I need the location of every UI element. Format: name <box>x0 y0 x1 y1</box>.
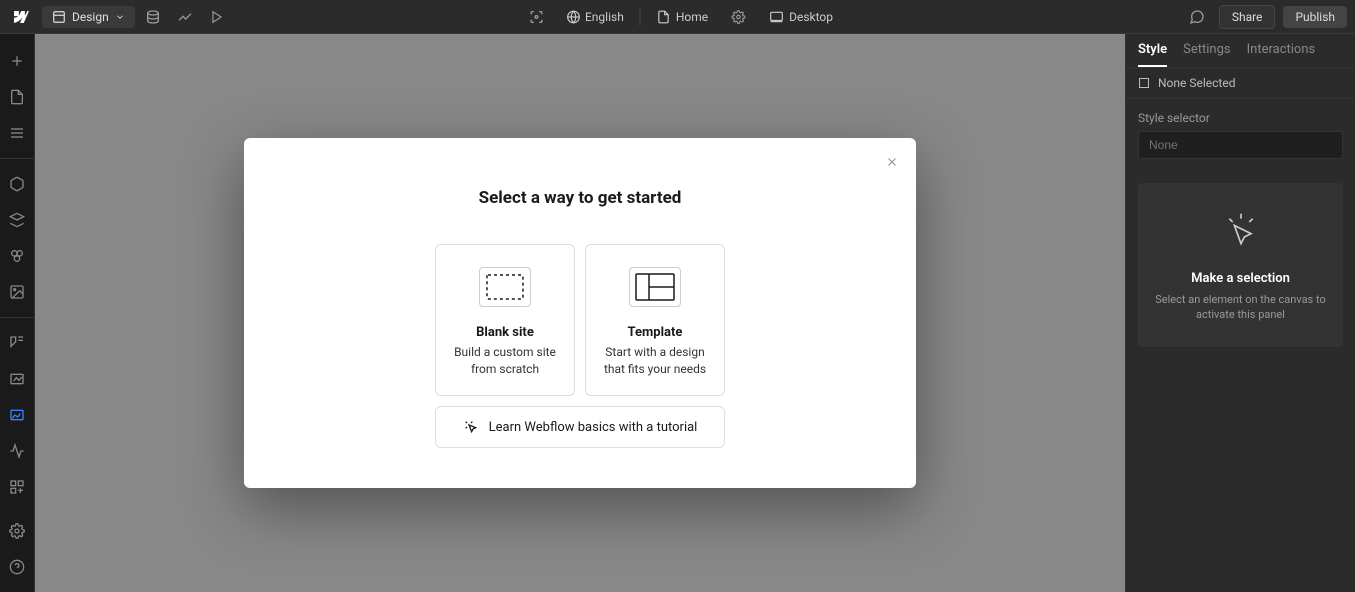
webflow-logo[interactable] <box>8 5 32 29</box>
variables-icon[interactable] <box>0 203 35 237</box>
option-row: Blank site Build a custom site from scra… <box>284 244 876 397</box>
style-manager-icon[interactable] <box>0 239 35 273</box>
components-icon[interactable] <box>0 167 35 201</box>
empty-state: Make a selection Select an element on th… <box>1138 183 1343 347</box>
layout-icon <box>52 10 66 24</box>
selection-row: None Selected <box>1126 67 1355 99</box>
selector-label: Style selector <box>1138 111 1343 125</box>
cursor-icon <box>1216 207 1266 257</box>
language-selector[interactable]: English <box>566 10 624 24</box>
pages-icon[interactable] <box>0 80 35 114</box>
publish-button[interactable]: Publish <box>1283 6 1347 28</box>
topbar-left: Design <box>8 3 231 31</box>
separator <box>0 317 34 318</box>
design-mode-label: Design <box>72 10 109 24</box>
ecommerce-icon[interactable] <box>0 362 35 396</box>
share-button[interactable]: Share <box>1219 5 1276 29</box>
separator <box>0 158 34 159</box>
help-icon[interactable] <box>0 550 35 584</box>
tutorial-label: Learn Webflow basics with a tutorial <box>489 420 698 435</box>
page-settings-icon[interactable] <box>724 3 752 31</box>
desktop-icon <box>768 10 784 24</box>
template-card[interactable]: Template Start with a design that fits y… <box>585 244 725 397</box>
template-icon <box>629 267 681 307</box>
users-icon[interactable] <box>0 398 35 432</box>
topbar: Design English Home Desktop <box>0 0 1355 34</box>
left-sidebar <box>0 34 35 592</box>
comments-icon[interactable] <box>1183 3 1211 31</box>
home-page-selector[interactable]: Home <box>657 10 708 24</box>
modal-title: Select a way to get started <box>284 188 876 208</box>
viewport-selector[interactable]: Desktop <box>768 10 833 24</box>
add-element-icon[interactable] <box>0 44 35 78</box>
tab-interactions[interactable]: Interactions <box>1247 42 1316 67</box>
panel-tabs: Style Settings Interactions <box>1126 34 1355 67</box>
modal-overlay: Select a way to get started Blank site B… <box>35 34 1125 592</box>
analytics-icon[interactable] <box>171 3 199 31</box>
empty-desc: Select an element on the canvas to activ… <box>1154 292 1327 323</box>
blank-site-desc: Build a custom site from scratch <box>448 344 562 378</box>
preview-icon[interactable] <box>203 3 231 31</box>
onboarding-modal: Select a way to get started Blank site B… <box>244 138 916 489</box>
close-button[interactable] <box>882 152 902 172</box>
tutorial-button[interactable]: Learn Webflow basics with a tutorial <box>435 406 725 448</box>
divider <box>640 8 641 26</box>
cms-icon[interactable] <box>139 3 167 31</box>
tab-settings[interactable]: Settings <box>1183 42 1230 67</box>
page-icon <box>657 10 671 24</box>
style-selector-input[interactable] <box>1138 131 1343 159</box>
empty-title: Make a selection <box>1154 271 1327 286</box>
logic-icon[interactable] <box>0 434 35 468</box>
navigator-icon[interactable] <box>0 116 35 150</box>
focus-icon[interactable] <box>522 3 550 31</box>
assets-icon[interactable] <box>0 275 35 309</box>
blank-site-card[interactable]: Blank site Build a custom site from scra… <box>435 244 575 397</box>
chevron-down-icon <box>115 12 125 22</box>
none-selected-label: None Selected <box>1158 76 1235 90</box>
cms-panel-icon[interactable] <box>0 326 35 360</box>
blank-site-title: Blank site <box>448 325 562 340</box>
blank-site-icon <box>479 267 531 307</box>
close-icon <box>885 155 899 169</box>
template-title: Template <box>598 325 712 340</box>
globe-icon <box>566 10 580 24</box>
square-icon <box>1138 77 1150 89</box>
selector-section: Style selector <box>1126 99 1355 171</box>
settings-icon[interactable] <box>0 514 35 548</box>
home-label: Home <box>676 10 708 24</box>
right-panel: Style Settings Interactions None Selecte… <box>1125 34 1355 592</box>
tab-style[interactable]: Style <box>1138 42 1167 67</box>
viewport-label: Desktop <box>789 10 833 24</box>
canvas[interactable]: Select a way to get started Blank site B… <box>35 34 1125 592</box>
apps-icon[interactable] <box>0 470 35 504</box>
cursor-click-icon <box>463 419 479 435</box>
template-desc: Start with a design that fits your needs <box>598 344 712 378</box>
design-mode-button[interactable]: Design <box>42 6 135 28</box>
main-area: Select a way to get started Blank site B… <box>0 34 1355 592</box>
topbar-center: English Home Desktop <box>522 3 833 31</box>
topbar-right: Share Publish <box>1183 3 1347 31</box>
language-label: English <box>585 10 624 24</box>
